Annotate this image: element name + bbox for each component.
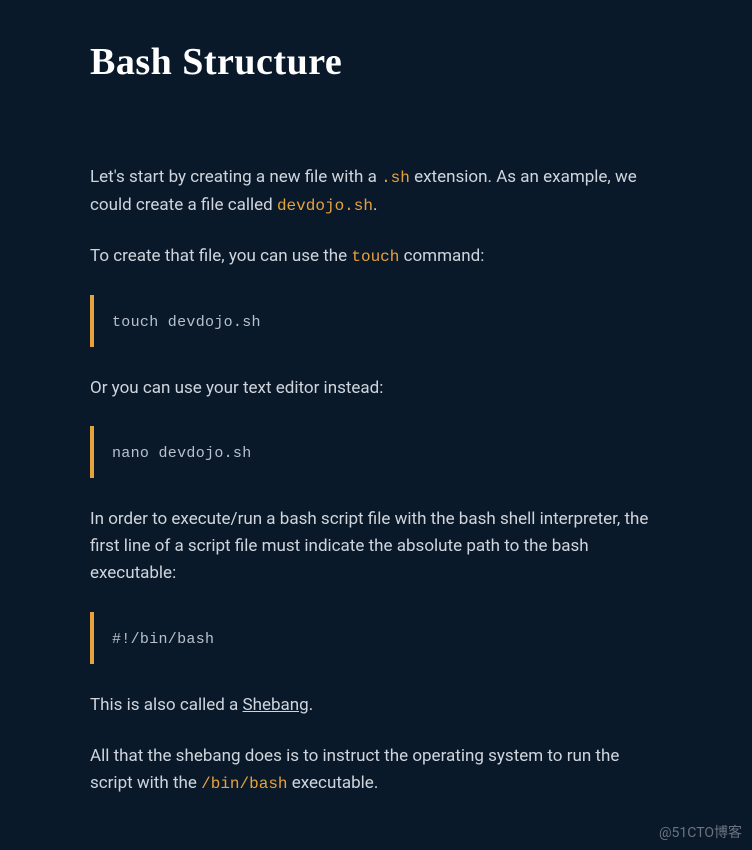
inline-code-ext: .sh (381, 169, 410, 187)
text: This is also called a (90, 695, 243, 715)
paragraph-intro: Let's start by creating a new file with … (90, 164, 662, 219)
text: executable. (288, 773, 379, 793)
watermark: @51CTO博客 (659, 822, 742, 842)
text: Let's start by creating a new file with … (90, 167, 381, 187)
paragraph-explain: All that the shebang does is to instruct… (90, 743, 662, 798)
code-block-nano: nano devdojo.sh (90, 426, 662, 478)
inline-code-filename: devdojo.sh (277, 197, 373, 215)
code-block-shebang: #!/bin/bash (90, 612, 662, 664)
page-title: Bash Structure (90, 40, 662, 84)
paragraph-shebang: This is also called a Shebang. (90, 692, 662, 719)
code-content: touch devdojo.sh (112, 314, 261, 331)
code-content: nano devdojo.sh (112, 445, 252, 462)
text: To create that file, you can use the (90, 246, 351, 266)
paragraph-interpreter: In order to execute/run a bash script fi… (90, 506, 662, 588)
paragraph-touch: To create that file, you can use the tou… (90, 243, 662, 271)
text: . (373, 195, 377, 215)
text: command: (399, 246, 484, 266)
inline-code-binbash: /bin/bash (201, 775, 287, 793)
inline-code-touch: touch (351, 248, 399, 266)
text: . (309, 695, 313, 715)
paragraph-editor: Or you can use your text editor instead: (90, 375, 662, 402)
code-block-touch: touch devdojo.sh (90, 295, 662, 347)
shebang-link[interactable]: Shebang (243, 695, 309, 715)
code-content: #!/bin/bash (112, 631, 214, 648)
